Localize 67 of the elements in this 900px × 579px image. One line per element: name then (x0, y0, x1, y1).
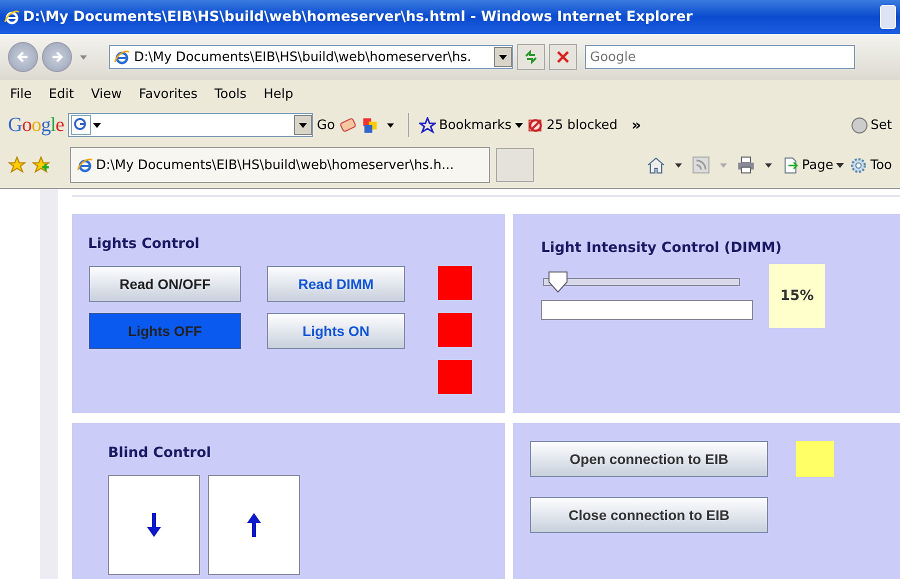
page-icon (782, 156, 799, 174)
caret-icon (499, 54, 507, 60)
caret-icon (298, 122, 307, 128)
address-field[interactable]: D:\My Documents\EIB\HS\build\web\homeserver\hs. (109, 45, 513, 69)
settings-button[interactable]: Set (850, 116, 892, 134)
refresh-arrows-icon (523, 49, 539, 65)
panel-title: Lights Control (87, 235, 200, 252)
add-favorite-icon[interactable] (32, 156, 50, 174)
menu-item[interactable]: File (10, 86, 32, 102)
refresh-button[interactable] (517, 44, 545, 70)
star-icon (418, 116, 436, 134)
forward-button[interactable] (42, 42, 72, 72)
google-logo: Google (8, 114, 64, 136)
light-button[interactable]: Lights ON (267, 313, 405, 349)
down-arrow-icon (147, 513, 161, 537)
menu-item[interactable]: Edit (48, 86, 74, 102)
page-menu-button[interactable]: Page (782, 156, 844, 174)
radio-icon (850, 116, 868, 134)
menu-item[interactable]: Favorites (138, 86, 198, 102)
minimize-button[interactable] (880, 5, 896, 29)
connection-button[interactable]: Open connection to EIB (530, 441, 768, 477)
cubes-icon[interactable] (360, 116, 379, 134)
printer-icon[interactable] (736, 156, 755, 174)
light-button[interactable]: Read DIMM (267, 266, 405, 302)
blind-down-button[interactable] (108, 475, 200, 575)
caret-icon[interactable] (386, 122, 394, 128)
caret-icon (514, 122, 523, 128)
up-arrow-icon (247, 513, 261, 537)
menu-item[interactable]: Tools (214, 86, 247, 102)
dropdown-button[interactable] (494, 47, 512, 67)
home-icon[interactable] (646, 156, 665, 174)
menu-item[interactable]: Help (264, 86, 294, 102)
more-button[interactable]: » (632, 116, 642, 134)
go-button[interactable]: Go (316, 118, 335, 132)
light-button[interactable]: Read ON/OFF (89, 266, 241, 302)
blind-up-button[interactable] (208, 475, 300, 575)
toolbar-search-field[interactable] (68, 113, 313, 137)
page-icon (77, 157, 93, 173)
dropdown-button[interactable] (294, 115, 312, 135)
menu-item[interactable]: View (90, 86, 122, 102)
back-button[interactable] (8, 42, 38, 72)
g-icon (70, 115, 91, 135)
caret-icon[interactable] (674, 162, 682, 168)
connection-button[interactable]: Close connection to EIB (530, 497, 768, 533)
bookmarks-button[interactable]: Bookmarks (418, 116, 523, 134)
window-title: D:\My Documents\EIB\HS\build\web\homeserver\hs.html - Windows Internet Explorer (23, 9, 693, 25)
percent-label: 15% (769, 264, 825, 328)
caret-icon[interactable] (764, 162, 772, 168)
gear-icon (850, 156, 868, 174)
panel-title: Light Intensity Control (DIMM) (540, 239, 783, 256)
stop-button[interactable] (549, 44, 577, 70)
value-field[interactable] (541, 300, 753, 320)
slider-thumb[interactable] (548, 271, 568, 293)
close-icon (555, 49, 571, 65)
panel-title: Blind Control (107, 444, 212, 461)
browser-logo-icon (4, 9, 20, 25)
tools-menu-button[interactable]: Too (850, 156, 892, 174)
search-field[interactable]: Google (585, 45, 855, 69)
page-icon (114, 49, 130, 65)
new-tab-button[interactable] (496, 148, 534, 182)
browser-tab[interactable]: D:\My Documents\EIB\HS\build\web\homeserver\hs.h... (70, 147, 490, 183)
caret-icon (92, 122, 101, 128)
blocked-icon (526, 116, 544, 134)
favorites-star-icon[interactable] (8, 156, 26, 174)
caret-icon (836, 162, 844, 168)
popup-blocker-button[interactable]: 25 blocked (526, 116, 618, 134)
feed-icon[interactable] (692, 156, 710, 174)
